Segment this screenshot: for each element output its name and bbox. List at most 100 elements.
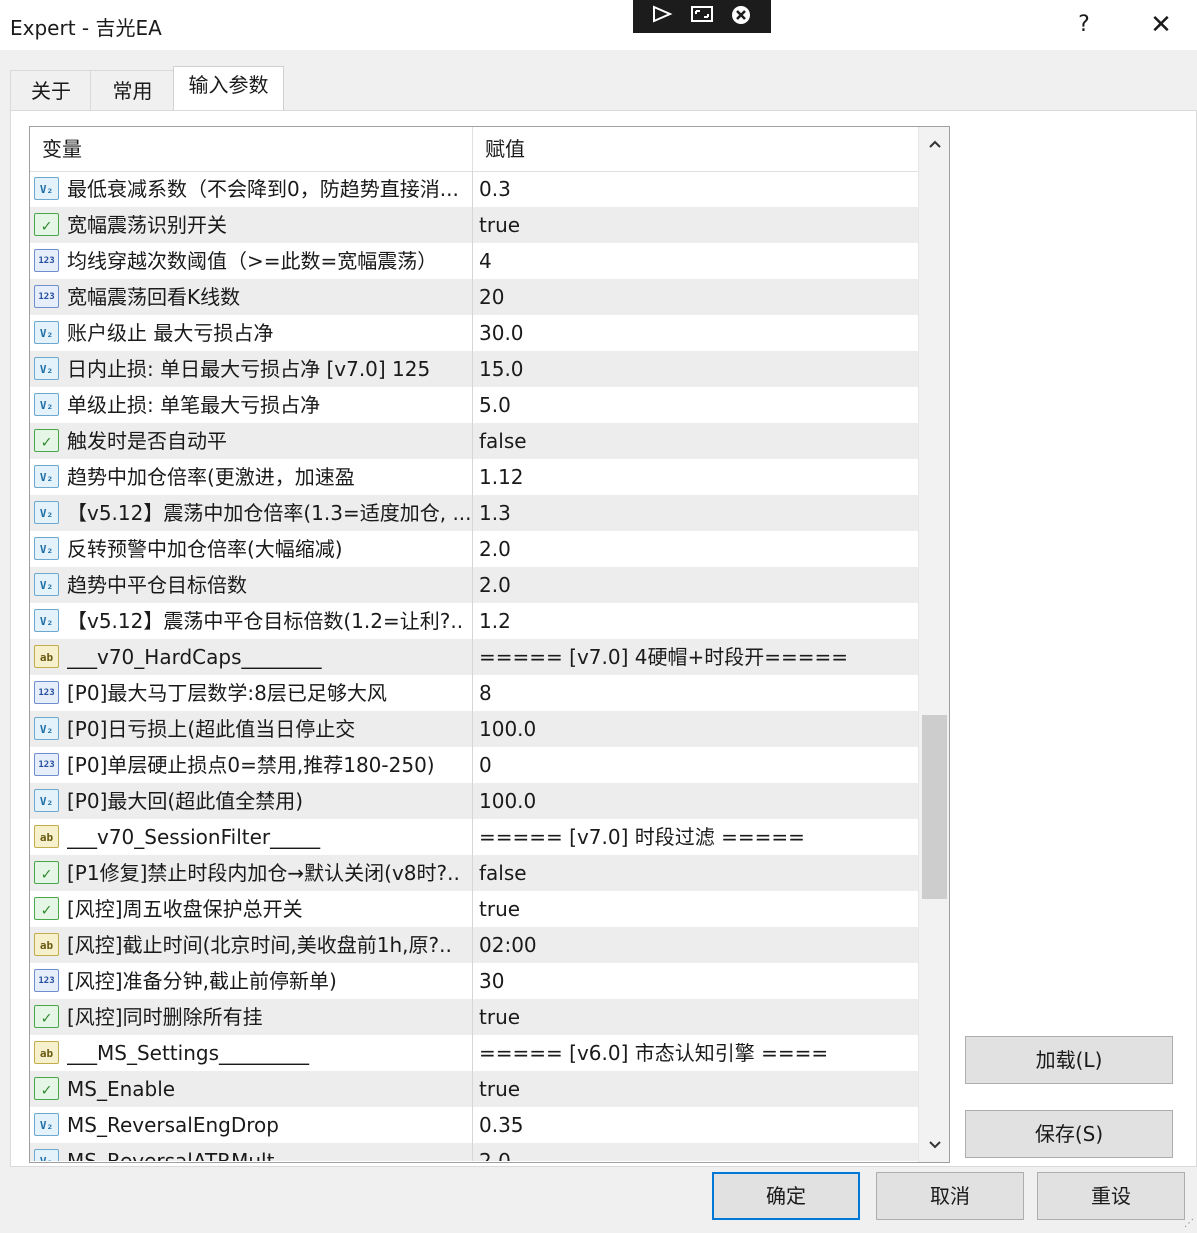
table-row[interactable]: 123 均线穿越次数阈值（>=此数=宽幅震荡） 4 bbox=[30, 243, 918, 279]
variable-cell: V₂ 趋势中平仓目标倍数 bbox=[30, 567, 473, 603]
expand-icon[interactable] bbox=[690, 4, 714, 28]
bool-type-icon: ✓ bbox=[34, 1005, 59, 1028]
value-cell[interactable]: false bbox=[473, 423, 918, 459]
value-cell[interactable]: 8 bbox=[473, 675, 918, 711]
value-cell[interactable]: ===== [v7.0] 4硬帽+时段开===== bbox=[473, 639, 918, 675]
value-cell[interactable]: 1.12 bbox=[473, 459, 918, 495]
variable-cell: 123 均线穿越次数阈值（>=此数=宽幅震荡） bbox=[30, 243, 473, 279]
value-cell[interactable]: ===== [v6.0] 市态认知引擎 ==== bbox=[473, 1035, 918, 1071]
column-header-variable[interactable]: 变量 bbox=[30, 127, 473, 171]
variable-name: MS_ReversalATRMult bbox=[67, 1149, 275, 1161]
table-row[interactable]: ✓ 触发时是否自动平 false bbox=[30, 423, 918, 459]
scroll-thumb[interactable] bbox=[922, 715, 947, 899]
value-cell[interactable]: 2.0 bbox=[473, 531, 918, 567]
table-row[interactable]: ✓ [风控]周五收盘保护总开关 true bbox=[30, 891, 918, 927]
double-type-icon: V₂ bbox=[34, 1149, 59, 1161]
table-row[interactable]: V₂ MS_ReversalATRMult 2.0 bbox=[30, 1143, 918, 1161]
scroll-up-icon[interactable] bbox=[919, 129, 949, 159]
value-cell[interactable]: 5.0 bbox=[473, 387, 918, 423]
value-cell[interactable]: true bbox=[473, 891, 918, 927]
value-cell[interactable]: 1.2 bbox=[473, 603, 918, 639]
value-cell[interactable]: 20 bbox=[473, 279, 918, 315]
table-row[interactable]: ab ___v70_SessionFilter_____ ===== [v7.0] … bbox=[30, 819, 918, 855]
bool-type-icon: ✓ bbox=[34, 213, 59, 236]
column-header-value[interactable]: 赋值 bbox=[473, 127, 918, 171]
table-row[interactable]: V₂ [P0]最大回(超此值全禁用) 100.0 bbox=[30, 783, 918, 819]
table-row[interactable]: V₂ 账户级止 最大亏损占净 30.0 bbox=[30, 315, 918, 351]
double-type-icon: V₂ bbox=[34, 789, 59, 812]
double-type-icon: V₂ bbox=[34, 537, 59, 560]
str-type-icon: ab bbox=[34, 825, 59, 848]
bool-type-icon: ✓ bbox=[34, 1077, 59, 1100]
value-cell[interactable]: 100.0 bbox=[473, 783, 918, 819]
table-row[interactable]: ✓ MS_Enable true bbox=[30, 1071, 918, 1107]
value-cell[interactable]: true bbox=[473, 207, 918, 243]
table-row[interactable]: V₂ 日内止损: 单日最大亏损占净 [v7.0] 125 15.0 bbox=[30, 351, 918, 387]
table-row[interactable]: V₂ 趋势中加仓倍率(更激进，加速盈 1.12 bbox=[30, 459, 918, 495]
value-cell[interactable]: 15.0 bbox=[473, 351, 918, 387]
save-button[interactable]: 保存(S) bbox=[965, 1110, 1173, 1158]
scroll-down-icon[interactable] bbox=[919, 1130, 949, 1160]
value-cell[interactable]: 2.0 bbox=[473, 567, 918, 603]
grid-header: 变量 赋值 bbox=[30, 127, 918, 172]
table-row[interactable]: 123 [P0]单层硬止损点0=禁用,推荐180-250) 0 bbox=[30, 747, 918, 783]
table-row[interactable]: V₂ MS_ReversalEngDrop 0.35 bbox=[30, 1107, 918, 1143]
pin-icon[interactable] bbox=[650, 4, 674, 28]
tab-inputs[interactable]: 输入参数 bbox=[173, 66, 284, 111]
value-cell[interactable]: 4 bbox=[473, 243, 918, 279]
value-cell[interactable]: 0.3 bbox=[473, 171, 918, 207]
value-cell[interactable]: true bbox=[473, 1071, 918, 1107]
variable-cell: ab ___v70_SessionFilter_____ bbox=[30, 819, 473, 855]
table-row[interactable]: 123 宽幅震荡回看K线数 20 bbox=[30, 279, 918, 315]
table-row[interactable]: V₂ 单级止损: 单笔最大亏损占净 5.0 bbox=[30, 387, 918, 423]
variable-cell: ✓ [风控]周五收盘保护总开关 bbox=[30, 891, 473, 927]
value-cell[interactable]: 30 bbox=[473, 963, 918, 999]
table-row[interactable]: V₂ 【v5.12】震荡中平仓目标倍数(1.2=让利?.. 1.2 bbox=[30, 603, 918, 639]
tab-about[interactable]: 关于 bbox=[10, 70, 92, 111]
value-cell[interactable]: 0 bbox=[473, 747, 918, 783]
cancel-button[interactable]: 取消 bbox=[876, 1172, 1024, 1220]
value-cell[interactable]: ===== [v7.0] 时段过滤 ===== bbox=[473, 819, 918, 855]
value-cell[interactable]: 1.3 bbox=[473, 495, 918, 531]
variable-cell: V₂ 账户级止 最大亏损占净 bbox=[30, 315, 473, 351]
int-type-icon: 123 bbox=[34, 285, 59, 308]
help-button[interactable]: ? bbox=[1070, 10, 1098, 40]
variable-cell: V₂ 日内止损: 单日最大亏损占净 [v7.0] 125 bbox=[30, 351, 473, 387]
double-type-icon: V₂ bbox=[34, 1113, 59, 1136]
variable-name: [风控]准备分钟,截止前停新单) bbox=[67, 969, 337, 993]
variable-cell: 123 宽幅震荡回看K线数 bbox=[30, 279, 473, 315]
reset-button[interactable]: 重设 bbox=[1037, 1172, 1185, 1220]
table-row[interactable]: ab ___v70_HardCaps________ ===== [v7.0] 4硬… bbox=[30, 639, 918, 675]
value-cell[interactable]: 30.0 bbox=[473, 315, 918, 351]
table-row[interactable]: V₂ 最低衰减系数（不会降到0，防趋势直接消... 0.3 bbox=[30, 171, 918, 207]
value-cell[interactable]: 0.35 bbox=[473, 1107, 918, 1143]
table-row[interactable]: V₂ [P0]日亏损上(超此值当日停止交 100.0 bbox=[30, 711, 918, 747]
load-button[interactable]: 加载(L) bbox=[965, 1036, 1173, 1084]
value-cell[interactable]: 02:00 bbox=[473, 927, 918, 963]
vertical-scrollbar[interactable] bbox=[918, 127, 949, 1162]
resize-grip-icon[interactable]: ⋰ bbox=[1184, 1218, 1194, 1229]
table-row[interactable]: ✓ [P1修复]禁止时段内加仓→默认关闭(v8时?.. false bbox=[30, 855, 918, 891]
table-row[interactable]: ✓ 宽幅震荡识别开关 true bbox=[30, 207, 918, 243]
table-row[interactable]: 123 [风控]准备分钟,截止前停新单) 30 bbox=[30, 963, 918, 999]
table-row[interactable]: ab [风控]截止时间(北京时间,美收盘前1h,原?.. 02:00 bbox=[30, 927, 918, 963]
table-row[interactable]: V₂ 【v5.12】震荡中加仓倍率(1.3=适度加仓, ... 1.3 bbox=[30, 495, 918, 531]
value-cell[interactable]: 100.0 bbox=[473, 711, 918, 747]
tab-common[interactable]: 常用 bbox=[90, 70, 175, 111]
parameters-grid: 变量 赋值 V₂ 最低衰减系数（不会降到0，防趋势直接消... 0.3 ✓ 宽幅震荡识别… bbox=[29, 126, 950, 1163]
value-cell[interactable]: 2.0 bbox=[473, 1143, 918, 1161]
table-row[interactable]: V₂ 反转预警中加仓倍率(大幅缩减) 2.0 bbox=[30, 531, 918, 567]
value-cell[interactable]: true bbox=[473, 999, 918, 1035]
variable-cell: ab [风控]截止时间(北京时间,美收盘前1h,原?.. bbox=[30, 927, 473, 963]
table-row[interactable]: V₂ 趋势中平仓目标倍数 2.0 bbox=[30, 567, 918, 603]
table-row[interactable]: ✓ [风控]同时删除所有挂 true bbox=[30, 999, 918, 1035]
str-type-icon: ab bbox=[34, 645, 59, 668]
close-button[interactable]: ✕ bbox=[1146, 10, 1176, 40]
variable-name: 日内止损: 单日最大亏损占净 [v7.0] 125 bbox=[67, 357, 431, 381]
value-cell[interactable]: false bbox=[473, 855, 918, 891]
variable-name: [P0]日亏损上(超此值当日停止交 bbox=[67, 717, 356, 741]
table-row[interactable]: ab ___MS_Settings_________ ===== [v6.0] 市态… bbox=[30, 1035, 918, 1071]
table-row[interactable]: 123 [P0]最大马丁层数学:8层已足够大风 8 bbox=[30, 675, 918, 711]
close-circle-icon[interactable] bbox=[729, 4, 753, 28]
ok-button[interactable]: 确定 bbox=[712, 1172, 860, 1220]
